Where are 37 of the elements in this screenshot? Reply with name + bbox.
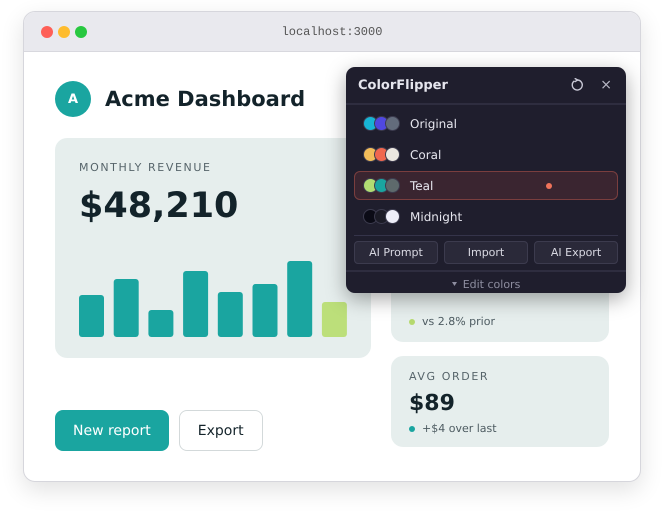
chart-bar <box>79 295 104 337</box>
preset-item[interactable]: Teal <box>354 171 618 200</box>
revenue-value: $48,210 <box>79 186 240 226</box>
page-title: Acme Dashboard <box>105 87 306 111</box>
preset-name: Midnight <box>410 210 464 224</box>
card-label: MONTHLY REVENUE <box>79 161 213 174</box>
chart-bar <box>183 271 208 337</box>
minimize-light-icon[interactable] <box>58 26 70 38</box>
panel-button[interactable]: AI Prompt <box>354 241 438 264</box>
panel-title: ColorFlipper <box>358 78 449 92</box>
chart-bar <box>322 302 347 337</box>
stat-note: vs 2.8% prior <box>422 315 495 328</box>
chart-bar <box>252 284 278 337</box>
panel-button[interactable]: AI Export <box>534 241 618 264</box>
panel-button[interactable]: Import <box>444 241 528 264</box>
preset-item[interactable]: Coral <box>354 140 618 169</box>
caret-icon <box>452 282 457 286</box>
close-button[interactable]: × <box>598 77 614 93</box>
selected-dot-icon <box>546 182 552 188</box>
chart-bar <box>218 292 243 337</box>
preset-item[interactable]: Midnight <box>354 202 618 231</box>
stat-note: +$4 over last <box>422 422 497 435</box>
reset-icon[interactable] <box>570 78 584 92</box>
avatar-circle: A <box>55 81 91 117</box>
preset-name: Coral <box>410 148 442 162</box>
url-text: localhost:3000 <box>282 24 382 38</box>
preset-name: Original <box>410 116 458 130</box>
preset-item[interactable]: Original <box>354 109 618 138</box>
preset-name: Teal <box>410 178 434 192</box>
edit-colors-toggle[interactable]: Edit colors <box>346 270 626 293</box>
chart-bar <box>114 279 139 337</box>
stat-value: $89 <box>409 391 456 416</box>
card-label: AVG ORDER <box>409 370 490 383</box>
export-button[interactable]: Export <box>178 410 263 451</box>
close-light-icon[interactable] <box>41 26 53 38</box>
chart-bar <box>148 310 174 337</box>
zoom-light-icon[interactable] <box>75 26 87 38</box>
